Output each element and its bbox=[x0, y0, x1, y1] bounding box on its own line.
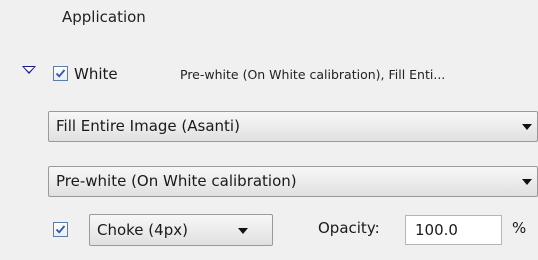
percent-unit-label: % bbox=[512, 219, 527, 237]
opacity-label: Opacity: bbox=[318, 219, 380, 237]
white-label: White bbox=[74, 65, 118, 83]
dropdown-arrow-icon bbox=[522, 124, 532, 130]
prewhite-value: Pre-white (On White calibration) bbox=[56, 172, 297, 190]
section-title-application: Application bbox=[62, 8, 146, 26]
choke-dropdown[interactable]: Choke (4px) bbox=[89, 214, 273, 246]
choke-value: Choke (4px) bbox=[97, 221, 188, 239]
dropdown-arrow-icon bbox=[522, 179, 532, 185]
white-checkbox[interactable] bbox=[53, 66, 68, 81]
checkmark-icon bbox=[55, 225, 66, 234]
fill-mode-dropdown[interactable]: Fill Entire Image (Asanti) bbox=[48, 111, 538, 142]
checkmark-icon bbox=[55, 69, 66, 78]
disclosure-triangle-icon[interactable] bbox=[22, 66, 36, 74]
dropdown-arrow-icon bbox=[238, 228, 248, 234]
white-summary-text: Pre-white (On White calibration), Fill E… bbox=[180, 67, 446, 82]
opacity-input[interactable]: 100.0 bbox=[405, 215, 502, 245]
fill-mode-value: Fill Entire Image (Asanti) bbox=[56, 117, 240, 135]
prewhite-dropdown[interactable]: Pre-white (On White calibration) bbox=[48, 166, 538, 197]
white-row: White Pre-white (On White calibration), … bbox=[0, 62, 538, 88]
choke-checkbox[interactable] bbox=[53, 222, 68, 237]
